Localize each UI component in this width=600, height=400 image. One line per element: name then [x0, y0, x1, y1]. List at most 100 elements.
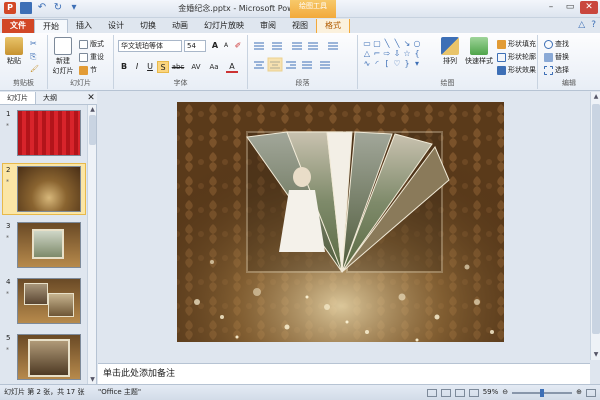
zoom-level[interactable]: 59% — [483, 385, 499, 400]
customize-qat-icon[interactable]: ▾ — [68, 2, 80, 14]
slide-sorter-view-icon[interactable] — [440, 388, 451, 397]
tab-slideshow[interactable]: 幻灯片放映 — [196, 19, 252, 33]
undo-icon[interactable]: ↶ — [36, 2, 48, 14]
slide-scrollbar[interactable]: ▲ ▼ — [590, 92, 600, 360]
maximize-button[interactable]: ▭ — [561, 1, 579, 14]
close-pane-icon[interactable]: ✕ — [85, 92, 97, 104]
shadow-button[interactable]: S — [157, 61, 169, 73]
rounded-rect-shape-icon[interactable]: ▢ — [372, 39, 382, 49]
zoom-in-icon[interactable]: ⊕ — [576, 385, 582, 400]
bold-button[interactable]: B — [118, 61, 130, 73]
font-name-field[interactable]: 华文琥珀等体 — [118, 40, 182, 52]
shape-outline-button[interactable]: 形状轮廓 — [497, 52, 536, 62]
select-button[interactable]: 选择 — [544, 65, 569, 75]
powerpoint-logo-icon[interactable]: P — [4, 2, 16, 14]
tab-format[interactable]: 格式 — [316, 19, 350, 33]
tab-file[interactable]: 文件 — [2, 19, 34, 33]
scroll-thumb[interactable] — [592, 104, 600, 334]
status-bar: 幻灯片 第 2 张，共 17 张 "Office 主题" 59% ⊖ ⊕ — [0, 384, 600, 400]
shapes-gallery[interactable]: ▭ ▢ ╲ ╲ ↘ ○ △ ⌐ ⇨ ⇩ ☆{ ∿ ◜[♡} ▾ — [362, 39, 434, 69]
paragraph-group-label: 段落 — [295, 79, 310, 87]
lshape-icon[interactable]: ⌐ — [372, 49, 382, 59]
zoom-out-icon[interactable]: ⊖ — [502, 385, 508, 400]
font-color-button[interactable]: A — [226, 61, 238, 73]
slides-pane-scrollbar[interactable]: ▲ ▼ — [87, 105, 96, 384]
save-icon[interactable] — [20, 2, 32, 14]
help-icon[interactable]: ? — [591, 20, 596, 30]
cut-icon[interactable]: ✂ — [30, 39, 37, 48]
scroll-thumb[interactable] — [89, 115, 96, 145]
current-slide[interactable] — [177, 102, 504, 342]
reading-view-icon[interactable] — [454, 388, 465, 397]
zoom-slider[interactable] — [512, 388, 573, 397]
brace2-shape-icon[interactable]: } — [402, 59, 412, 69]
line-shape-icon[interactable]: ╲ — [382, 39, 392, 49]
change-case-button[interactable]: Aa — [206, 61, 222, 73]
tab-slides-pane[interactable]: 幻灯片 — [0, 92, 36, 104]
arrange-button[interactable]: 排列 — [438, 37, 462, 66]
collapse-ribbon-icon[interactable]: △ — [578, 20, 585, 30]
char-spacing-button[interactable]: AV — [188, 61, 204, 73]
reset-button[interactable]: 重设 — [79, 52, 104, 62]
tab-review[interactable]: 审阅 — [252, 19, 284, 33]
slide-number: 2 — [6, 166, 11, 174]
scroll-up-icon[interactable]: ▲ — [591, 92, 600, 102]
copy-icon[interactable]: ⎘ — [30, 52, 36, 62]
format-painter-icon[interactable]: 🖌 — [30, 65, 39, 73]
shrink-font-button[interactable]: A — [220, 40, 232, 52]
scroll-down-icon[interactable]: ▼ — [88, 375, 97, 384]
slide-preview-photo — [17, 278, 81, 324]
close-button[interactable]: ✕ — [580, 1, 598, 14]
rectangle-shape-icon[interactable]: ▭ — [362, 39, 372, 49]
tab-outline-pane[interactable]: 大纲 — [36, 92, 64, 104]
redo-icon[interactable]: ↻ — [52, 2, 64, 14]
normal-view-icon[interactable] — [426, 388, 437, 397]
paste-button[interactable]: 粘贴 — [3, 37, 25, 66]
shape-effects-button[interactable]: 形状效果 — [497, 65, 536, 75]
replace-button[interactable]: 替换 — [544, 52, 569, 62]
tab-design[interactable]: 设计 — [100, 19, 132, 33]
replace-icon — [544, 52, 553, 62]
star-shape-icon[interactable]: ☆ — [402, 49, 412, 59]
tab-home[interactable]: 开始 — [34, 19, 68, 33]
connector-shape-icon[interactable]: ↘ — [402, 39, 412, 49]
arrow-right-shape-icon[interactable]: ⇨ — [382, 49, 392, 59]
line2-shape-icon[interactable]: ╲ — [392, 39, 402, 49]
layout-icon — [79, 39, 88, 49]
scroll-up-icon[interactable]: ▲ — [88, 105, 97, 114]
tab-view[interactable]: 视图 — [284, 19, 316, 33]
heart-shape-icon[interactable]: ♡ — [392, 59, 402, 69]
triangle-shape-icon[interactable]: △ — [362, 49, 372, 59]
notes-pane[interactable]: 单击此处添加备注 — [98, 363, 590, 384]
view-zoom-controls: 59% ⊖ ⊕ — [426, 385, 596, 400]
tab-transitions[interactable]: 切换 — [132, 19, 164, 33]
new-slide-button[interactable]: 新建 幻灯片 — [50, 37, 76, 76]
arrange-icon — [441, 37, 459, 55]
oval-shape-icon[interactable]: ○ — [412, 39, 422, 49]
bracket-shape-icon[interactable]: [ — [382, 59, 392, 69]
brace-shape-icon[interactable]: { — [412, 49, 422, 59]
clear-format-button[interactable]: ✐ — [232, 40, 244, 52]
theme-status[interactable]: "Office 主题" — [98, 385, 141, 400]
callout-shape-icon[interactable]: ◜ — [372, 59, 382, 69]
find-button[interactable]: 查找 — [544, 39, 569, 49]
tab-insert[interactable]: 插入 — [68, 19, 100, 33]
zoom-slider-knob[interactable] — [540, 388, 545, 397]
quick-styles-button[interactable]: 快速样式 — [462, 37, 496, 66]
section-button[interactable]: 节 — [79, 65, 97, 75]
strikethrough-button[interactable]: abc — [170, 61, 186, 73]
paragraph-controls-icon[interactable] — [250, 38, 356, 78]
tab-animations[interactable]: 动画 — [164, 19, 196, 33]
fit-to-window-icon[interactable] — [586, 388, 596, 397]
layout-button[interactable]: 版式 — [79, 39, 104, 49]
underline-button[interactable]: U — [144, 61, 156, 73]
font-size-field[interactable]: 54 — [184, 40, 206, 52]
arrow-down-shape-icon[interactable]: ⇩ — [392, 49, 402, 59]
more-shapes-icon[interactable]: ▾ — [412, 59, 422, 69]
slideshow-view-icon[interactable] — [468, 388, 479, 397]
curve-shape-icon[interactable]: ∿ — [362, 59, 372, 69]
shape-fill-button[interactable]: 形状填充 — [497, 39, 536, 49]
scroll-down-icon[interactable]: ▼ — [591, 350, 600, 360]
italic-button[interactable]: I — [131, 61, 143, 73]
minimize-button[interactable]: – — [542, 1, 560, 14]
